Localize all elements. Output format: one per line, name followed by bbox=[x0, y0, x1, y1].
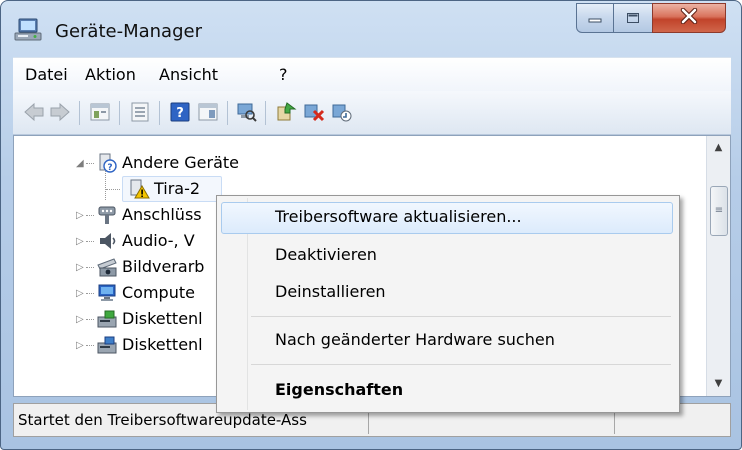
menu-bar: Datei Aktion Ansicht ? bbox=[13, 57, 731, 91]
menu-item-uninstall[interactable]: Deinstallieren bbox=[275, 282, 386, 301]
ports-icon bbox=[96, 204, 118, 226]
unknown-device-icon: ? bbox=[96, 152, 118, 174]
toolbar-separator bbox=[119, 101, 120, 125]
help-icon[interactable]: ? bbox=[169, 101, 191, 123]
scroll-up-arrow-icon[interactable]: ▲ bbox=[707, 136, 730, 160]
collapsed-triangle-icon[interactable]: ▷ bbox=[76, 236, 84, 247]
toolbar-separator bbox=[265, 101, 266, 125]
scan-hardware-icon[interactable] bbox=[235, 101, 257, 123]
context-menu: Treibersoftware aktualisieren... Deaktiv… bbox=[216, 195, 680, 413]
tree-line bbox=[86, 293, 94, 294]
expanded-triangle-icon[interactable]: ◢ bbox=[76, 158, 84, 169]
toolbar-separator bbox=[227, 101, 228, 125]
minimize-button[interactable] bbox=[576, 3, 614, 33]
close-icon bbox=[680, 7, 698, 28]
device-manager-icon bbox=[13, 17, 43, 43]
svg-text:?: ? bbox=[107, 163, 112, 173]
scrollbar-thumb[interactable]: ≡ bbox=[710, 186, 728, 236]
disable-device-icon[interactable] bbox=[331, 101, 353, 123]
maximize-button[interactable] bbox=[613, 3, 653, 33]
tree-item-andere-geraete[interactable]: ◢ ? Andere Geräte bbox=[14, 150, 704, 176]
status-text: Startet den Treibersoftwareupdate-Ass bbox=[18, 411, 307, 429]
menu-item-properties[interactable]: Eigenschaften bbox=[275, 380, 403, 399]
toolbar: ? bbox=[13, 91, 731, 135]
audio-icon bbox=[96, 230, 118, 252]
menu-datei[interactable]: Datei bbox=[25, 65, 68, 84]
collapsed-triangle-icon[interactable]: ▷ bbox=[76, 262, 84, 273]
forward-arrow-icon[interactable] bbox=[49, 101, 71, 123]
menu-separator bbox=[251, 316, 671, 317]
tree-line bbox=[106, 189, 120, 190]
window-title: Geräte-Manager bbox=[55, 21, 202, 42]
collapsed-triangle-icon[interactable]: ▷ bbox=[76, 210, 84, 221]
vertical-scrollbar[interactable]: ▲ ≡ ▼ bbox=[706, 136, 730, 396]
menu-aktion[interactable]: Aktion bbox=[85, 65, 136, 84]
tree-line bbox=[86, 215, 94, 216]
menu-item-update-driver[interactable]: Treibersoftware aktualisieren... bbox=[275, 207, 522, 226]
update-driver-icon[interactable] bbox=[275, 101, 297, 123]
back-arrow-icon[interactable] bbox=[23, 101, 45, 123]
action-pane-icon[interactable] bbox=[197, 101, 219, 123]
collapsed-triangle-icon[interactable]: ▷ bbox=[76, 314, 84, 325]
minimize-icon bbox=[588, 9, 602, 28]
tree-item-label: Diskettenl bbox=[122, 309, 203, 328]
collapsed-triangle-icon[interactable]: ▷ bbox=[76, 288, 84, 299]
menu-ansicht[interactable]: Ansicht bbox=[159, 65, 218, 84]
console-tree-icon[interactable] bbox=[129, 101, 151, 123]
scroll-down-arrow-icon[interactable]: ▼ bbox=[707, 372, 730, 396]
floppy-controller-icon bbox=[96, 334, 118, 356]
toolbar-separator bbox=[159, 101, 160, 125]
floppy-drive-icon bbox=[96, 308, 118, 330]
computer-icon bbox=[96, 282, 118, 304]
maximize-icon bbox=[626, 9, 640, 28]
tree-item-label: Compute bbox=[122, 283, 195, 302]
uninstall-icon[interactable] bbox=[303, 101, 325, 123]
tree-item-label: Audio-, V bbox=[122, 231, 195, 250]
close-button[interactable] bbox=[652, 3, 726, 33]
tree-item-label: Tira-2 bbox=[154, 179, 201, 198]
tree-item-label: Bildverarb bbox=[122, 257, 205, 276]
svg-text:?: ? bbox=[176, 106, 184, 121]
tree-line bbox=[86, 241, 94, 242]
tree-line bbox=[86, 319, 94, 320]
properties-window-icon[interactable] bbox=[89, 101, 111, 123]
tree-line bbox=[86, 267, 94, 268]
tree-item-label: Anschlüss bbox=[122, 205, 202, 224]
menu-item-scan-hardware[interactable]: Nach geänderter Hardware suchen bbox=[275, 330, 555, 349]
tree-item-label: Diskettenl bbox=[122, 335, 203, 354]
warning-device-icon bbox=[128, 178, 150, 200]
collapsed-triangle-icon[interactable]: ▷ bbox=[76, 340, 84, 351]
menu-help[interactable]: ? bbox=[279, 65, 288, 84]
menu-item-disable[interactable]: Deaktivieren bbox=[275, 245, 377, 264]
tree-line bbox=[86, 163, 94, 164]
tree-line bbox=[86, 345, 94, 346]
menu-separator bbox=[251, 364, 671, 365]
title-bar[interactable]: Geräte-Manager bbox=[1, 1, 741, 53]
tree-item-label: Andere Geräte bbox=[122, 153, 239, 172]
imaging-device-icon bbox=[96, 256, 118, 278]
toolbar-separator bbox=[79, 101, 80, 125]
